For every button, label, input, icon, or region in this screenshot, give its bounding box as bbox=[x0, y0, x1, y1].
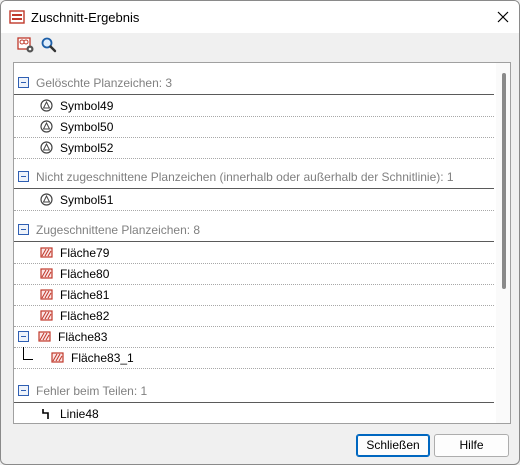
list-item[interactable]: Symbol50 bbox=[14, 116, 494, 138]
hatched-area-icon bbox=[40, 268, 53, 279]
collapse-icon[interactable] bbox=[18, 77, 29, 88]
item-label: Fläche83 bbox=[58, 330, 108, 344]
group-title: Fehler beim Teilen: 1 bbox=[36, 384, 148, 398]
close-icon bbox=[497, 11, 509, 23]
symbol-icon bbox=[40, 193, 53, 206]
app-icon bbox=[9, 10, 25, 24]
hatched-area-icon bbox=[40, 289, 53, 300]
list-item[interactable]: Symbol49 bbox=[14, 95, 494, 117]
group-header-deleted[interactable]: Gelöschte Planzeichen: 3 bbox=[14, 73, 494, 95]
item-label: Fläche82 bbox=[60, 309, 110, 323]
search-button[interactable] bbox=[40, 36, 58, 54]
collapse-icon[interactable] bbox=[18, 224, 29, 235]
window-title: Zuschnitt-Ergebnis bbox=[31, 10, 140, 25]
group-title: Nicht zugeschnittene Planzeichen (innerh… bbox=[36, 170, 454, 184]
list-item[interactable]: Linie48 bbox=[14, 403, 494, 423]
item-label: Symbol49 bbox=[60, 99, 114, 113]
list-item[interactable]: Symbol52 bbox=[14, 137, 494, 159]
scroll-thumb[interactable] bbox=[502, 73, 506, 289]
hatched-area-icon bbox=[40, 310, 53, 321]
hatched-area-icon bbox=[40, 247, 53, 258]
list-item[interactable]: Fläche80 bbox=[14, 263, 494, 285]
list-item[interactable]: Fläche82 bbox=[14, 305, 494, 327]
item-label: Fläche80 bbox=[60, 267, 110, 281]
group-header-errors[interactable]: Fehler beim Teilen: 1 bbox=[14, 381, 494, 403]
collapse-icon[interactable] bbox=[18, 171, 29, 182]
line-icon bbox=[42, 409, 49, 419]
item-label: Fläche83_1 bbox=[71, 351, 134, 365]
item-label: Fläche81 bbox=[60, 288, 110, 302]
toolbar bbox=[1, 33, 519, 57]
collapse-icon[interactable] bbox=[18, 385, 29, 396]
dialog-window: Zuschnitt-Ergebnis Gelöschte Planzeichen… bbox=[0, 0, 520, 465]
item-label: Linie48 bbox=[60, 407, 99, 421]
result-tree[interactable]: Gelöschte Planzeichen: 3 Symbol49 Symbol… bbox=[13, 62, 511, 424]
list-item[interactable]: Symbol51 bbox=[14, 189, 494, 211]
magnifier-icon bbox=[41, 37, 57, 53]
item-label: Symbol52 bbox=[60, 141, 114, 155]
hatched-area-icon bbox=[38, 331, 51, 342]
list-item-expandable[interactable]: Fläche83 bbox=[14, 326, 494, 348]
symbol-icon bbox=[40, 120, 53, 133]
symbol-icon bbox=[40, 141, 53, 154]
close-button[interactable] bbox=[491, 5, 515, 29]
help-button[interactable]: Hilfe bbox=[434, 434, 509, 457]
vertical-scrollbar[interactable] bbox=[496, 63, 510, 423]
tree-connector bbox=[23, 347, 33, 360]
title-bar: Zuschnitt-Ergebnis bbox=[1, 1, 519, 33]
group-header-cut[interactable]: Zugeschnittene Planzeichen: 8 bbox=[14, 220, 494, 242]
item-label: Symbol51 bbox=[60, 193, 114, 207]
list-item[interactable]: Fläche79 bbox=[14, 242, 494, 264]
close-dialog-button[interactable]: Schließen bbox=[356, 434, 430, 457]
hatched-area-icon bbox=[51, 352, 64, 363]
list-item-child[interactable]: Fläche83_1 bbox=[14, 347, 494, 369]
group-title: Gelöschte Planzeichen: 3 bbox=[36, 76, 173, 90]
cut-settings-icon bbox=[17, 37, 34, 53]
symbol-icon bbox=[40, 99, 53, 112]
item-label: Fläche79 bbox=[60, 246, 110, 260]
group-header-not-cut[interactable]: Nicht zugeschnittene Planzeichen (innerh… bbox=[14, 167, 494, 189]
group-title: Zugeschnittene Planzeichen: 8 bbox=[36, 223, 201, 237]
cut-settings-button[interactable] bbox=[17, 36, 35, 54]
collapse-icon[interactable] bbox=[18, 331, 29, 342]
item-label: Symbol50 bbox=[60, 120, 114, 134]
list-item[interactable]: Fläche81 bbox=[14, 284, 494, 306]
